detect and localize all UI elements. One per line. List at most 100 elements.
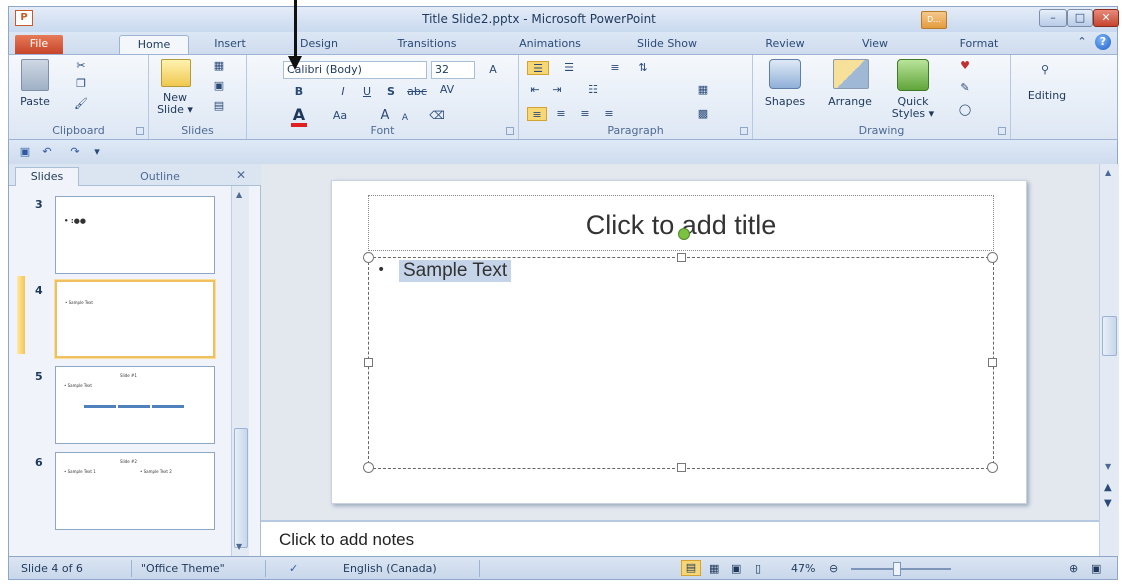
scroll-thumb[interactable]: [234, 428, 248, 548]
scroll-down-icon[interactable]: ▼: [236, 542, 242, 551]
strikethrough-button[interactable]: abc: [405, 85, 429, 99]
zoom-level[interactable]: 47%: [791, 562, 815, 575]
clear-formatting-icon[interactable]: ⌫: [429, 109, 445, 123]
resize-handle[interactable]: [677, 253, 686, 262]
slide-show-icon[interactable]: ▯: [755, 562, 761, 575]
resize-handle[interactable]: [987, 462, 998, 473]
resize-handle[interactable]: [363, 462, 374, 473]
tab-review[interactable]: Review: [757, 35, 813, 54]
rotate-handle[interactable]: [678, 228, 690, 240]
close-pane-icon[interactable]: ✕: [233, 168, 249, 184]
tab-design[interactable]: Design: [289, 35, 349, 54]
help-icon[interactable]: ?: [1095, 34, 1111, 50]
tab-file[interactable]: File: [15, 35, 63, 54]
minimize-ribbon-icon[interactable]: ⌃: [1075, 35, 1089, 49]
shape-effects-icon[interactable]: ◯: [957, 103, 973, 117]
underline-button[interactable]: U: [359, 85, 375, 99]
slide-thumbnail-3[interactable]: • :●●: [55, 196, 215, 274]
tab-slide-show[interactable]: Slide Show: [629, 35, 705, 54]
change-case-button[interactable]: Aa: [327, 109, 353, 123]
slide-scrollbar[interactable]: ▲ ▼ ▲ ▼: [1099, 164, 1119, 520]
align-text-button[interactable]: ▦: [695, 83, 711, 97]
quick-styles-dropdown[interactable]: Styles ▾: [885, 107, 941, 120]
italic-button[interactable]: I: [335, 85, 351, 99]
resize-handle[interactable]: [677, 463, 686, 472]
scroll-up-icon[interactable]: ▲: [1105, 168, 1111, 177]
find-icon[interactable]: ⚲: [1037, 63, 1053, 77]
paste-button[interactable]: Paste: [15, 95, 55, 108]
next-slide-icon[interactable]: ▼: [1104, 498, 1112, 509]
resize-handle[interactable]: [987, 252, 998, 263]
font-launcher[interactable]: [506, 127, 514, 135]
grow-font-icon[interactable]: A: [485, 63, 501, 77]
paragraph-launcher[interactable]: [740, 127, 748, 135]
slide-thumbnail-5[interactable]: Slide #1 • Sample Text: [55, 366, 215, 444]
new-slide-dropdown[interactable]: Slide ▾: [153, 103, 197, 116]
clipboard-launcher[interactable]: [136, 127, 144, 135]
save-icon[interactable]: ▣: [17, 145, 33, 159]
spelling-check-icon[interactable]: ✓: [289, 562, 298, 575]
character-spacing-button[interactable]: AV: [437, 83, 457, 97]
zoom-in-icon[interactable]: ⊕: [1069, 562, 1078, 575]
tab-slides[interactable]: Slides: [15, 167, 79, 186]
line-spacing-button[interactable]: ≡: [607, 61, 623, 75]
scroll-down-icon[interactable]: ▼: [1105, 462, 1111, 471]
justify-button[interactable]: ≡: [601, 107, 617, 121]
reset-icon[interactable]: ▣: [211, 79, 227, 93]
title-placeholder[interactable]: Click to add title: [368, 195, 994, 251]
increase-indent-button[interactable]: ⇥: [549, 83, 565, 97]
bold-button[interactable]: B: [291, 85, 307, 99]
language-indicator[interactable]: English (Canada): [343, 562, 437, 575]
slide-thumbnail-6[interactable]: Slide #2 • Sample Text 1 • Sample Text 2: [55, 452, 215, 530]
fit-to-window-icon[interactable]: ▣: [1091, 562, 1101, 575]
format-painter-icon[interactable]: 🖌: [73, 97, 89, 111]
zoom-slider-thumb[interactable]: [893, 562, 901, 576]
editing-button[interactable]: Editing: [1017, 89, 1077, 102]
notes-scrollbar[interactable]: [1099, 520, 1119, 556]
tab-transitions[interactable]: Transitions: [381, 35, 473, 54]
slide-thumbnail-4[interactable]: • Sample Text: [55, 280, 215, 358]
shapes-button[interactable]: Shapes: [757, 95, 813, 108]
tab-animations[interactable]: Animations: [505, 35, 595, 54]
slide-canvas[interactable]: Click to add title • Sample Text: [331, 180, 1027, 504]
increase-font-size-button[interactable]: A: [377, 109, 393, 123]
slide-sorter-icon[interactable]: ▦: [709, 562, 719, 575]
copy-icon[interactable]: ❐: [73, 77, 89, 91]
scroll-up-icon[interactable]: ▲: [236, 190, 242, 199]
normal-view-icon[interactable]: ▤: [681, 560, 701, 576]
document-button[interactable]: D...: [921, 11, 947, 29]
resize-handle[interactable]: [988, 358, 997, 367]
decrease-font-size-button[interactable]: A: [397, 111, 413, 125]
content-placeholder[interactable]: • Sample Text: [363, 252, 998, 473]
font-size-combo[interactable]: 32: [431, 61, 475, 79]
slides-pane-scrollbar[interactable]: ▲ ▼: [231, 186, 249, 556]
tab-home[interactable]: Home: [119, 35, 189, 54]
tab-outline[interactable]: Outline: [125, 168, 195, 186]
maximize-button[interactable]: □: [1067, 9, 1093, 27]
align-center-button[interactable]: ≡: [553, 107, 569, 121]
columns-button[interactable]: ☷: [585, 83, 601, 97]
numbering-button[interactable]: ☰: [561, 61, 577, 75]
shape-outline-icon[interactable]: ✎: [957, 81, 973, 95]
align-left-button[interactable]: ≡: [527, 107, 547, 121]
font-name-combo[interactable]: Calibri (Body): [283, 61, 427, 79]
bullets-button[interactable]: ☰: [527, 61, 549, 75]
section-icon[interactable]: ▤: [211, 99, 227, 113]
reading-view-icon[interactable]: ▣: [731, 562, 741, 575]
zoom-slider-track[interactable]: [851, 568, 951, 570]
close-button[interactable]: ✕: [1093, 9, 1119, 27]
arrange-button[interactable]: Arrange: [819, 95, 881, 108]
notes-pane[interactable]: Click to add notes: [261, 520, 1099, 556]
smartart-button[interactable]: ▩: [695, 107, 711, 121]
tab-insert[interactable]: Insert: [203, 35, 257, 54]
zoom-out-icon[interactable]: ⊖: [829, 562, 838, 575]
text-direction-button[interactable]: ⇅: [635, 61, 651, 75]
selected-body-text[interactable]: Sample Text: [399, 260, 512, 282]
theme-name[interactable]: "Office Theme": [141, 562, 225, 575]
align-right-button[interactable]: ≡: [577, 107, 593, 121]
shape-fill-icon[interactable]: ♥: [957, 59, 973, 73]
resize-handle[interactable]: [363, 252, 374, 263]
resize-handle[interactable]: [364, 358, 373, 367]
customize-toolbar-icon[interactable]: ▾: [89, 145, 105, 159]
decrease-indent-button[interactable]: ⇤: [527, 83, 543, 97]
